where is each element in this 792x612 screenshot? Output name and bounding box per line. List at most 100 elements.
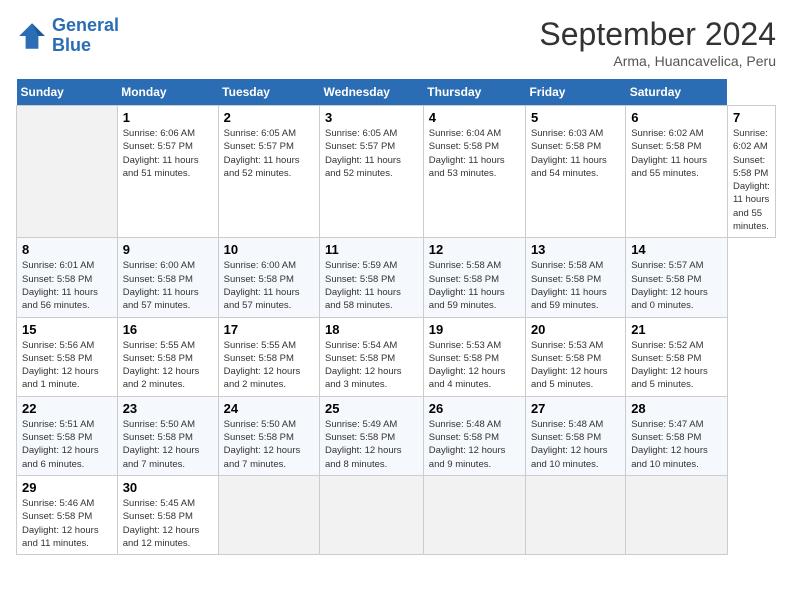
day-info: Sunrise: 5:54 AMSunset: 5:58 PMDaylight:…	[325, 339, 418, 392]
month-title: September 2024	[539, 16, 776, 53]
calendar-cell: 26 Sunrise: 5:48 AMSunset: 5:58 PMDayligh…	[423, 396, 525, 475]
day-number: 15	[22, 322, 112, 337]
day-info: Sunrise: 6:01 AMSunset: 5:58 PMDaylight:…	[22, 259, 112, 312]
calendar-header-row: SundayMondayTuesdayWednesdayThursdayFrid…	[17, 79, 776, 106]
calendar-cell: 16Sunrise: 5:55 AMSunset: 5:58 PMDayligh…	[117, 317, 218, 396]
day-number: 14	[631, 242, 722, 257]
calendar-cell: 13 Sunrise: 5:58 AMSunset: 5:58 PMDayligh…	[525, 238, 625, 317]
calendar-cell: 4 Sunrise: 6:04 AMSunset: 5:58 PMDaylight…	[423, 106, 525, 238]
calendar-cell: 11Sunrise: 5:59 AMSunset: 5:58 PMDayligh…	[319, 238, 423, 317]
day-number: 5	[531, 110, 620, 125]
day-number: 13	[531, 242, 620, 257]
day-number: 3	[325, 110, 418, 125]
day-number: 7	[733, 110, 770, 125]
week-row-4: 22 Sunrise: 5:51 AMSunset: 5:58 PMDayligh…	[17, 396, 776, 475]
day-number: 10	[224, 242, 314, 257]
day-number: 22	[22, 401, 112, 416]
logo: General Blue	[16, 16, 119, 56]
calendar-cell: 8 Sunrise: 6:01 AMSunset: 5:58 PMDaylight…	[17, 238, 118, 317]
calendar-cell	[525, 475, 625, 554]
day-info: Sunrise: 6:02 AMSunset: 5:58 PMDaylight:…	[733, 127, 770, 233]
day-info: Sunrise: 5:58 AMSunset: 5:58 PMDaylight:…	[531, 259, 620, 312]
calendar-cell: 12 Sunrise: 5:58 AMSunset: 5:58 PMDayligh…	[423, 238, 525, 317]
calendar-cell: 2 Sunrise: 6:05 AMSunset: 5:57 PMDaylight…	[218, 106, 319, 238]
calendar-cell: 1Sunrise: 6:06 AMSunset: 5:57 PMDaylight…	[117, 106, 218, 238]
day-info: Sunrise: 5:45 AMSunset: 5:58 PMDaylight:…	[123, 497, 213, 550]
day-info: Sunrise: 5:53 AMSunset: 5:58 PMDaylight:…	[531, 339, 620, 392]
day-number: 16	[123, 322, 213, 337]
day-info: Sunrise: 5:55 AMSunset: 5:58 PMDaylight:…	[224, 339, 314, 392]
calendar-cell: 14 Sunrise: 5:57 AMSunset: 5:58 PMDayligh…	[626, 238, 728, 317]
title-block: September 2024 Arma, Huancavelica, Peru	[539, 16, 776, 69]
calendar-cell: 20 Sunrise: 5:53 AMSunset: 5:58 PMDayligh…	[525, 317, 625, 396]
header-saturday: Saturday	[626, 79, 728, 106]
header-thursday: Thursday	[423, 79, 525, 106]
day-info: Sunrise: 5:47 AMSunset: 5:58 PMDaylight:…	[631, 418, 722, 471]
calendar-cell: 10 Sunrise: 6:00 AMSunset: 5:58 PMDayligh…	[218, 238, 319, 317]
calendar-cell	[218, 475, 319, 554]
calendar-cell: 7 Sunrise: 6:02 AMSunset: 5:58 PMDaylight…	[727, 106, 775, 238]
header-monday: Monday	[117, 79, 218, 106]
calendar-cell: 17Sunrise: 5:55 AMSunset: 5:58 PMDayligh…	[218, 317, 319, 396]
day-number: 12	[429, 242, 520, 257]
calendar-cell: 9 Sunrise: 6:00 AMSunset: 5:58 PMDaylight…	[117, 238, 218, 317]
calendar-cell: 29 Sunrise: 5:46 AMSunset: 5:58 PMDayligh…	[17, 475, 118, 554]
day-info: Sunrise: 5:52 AMSunset: 5:58 PMDaylight:…	[631, 339, 722, 392]
day-info: Sunrise: 5:49 AMSunset: 5:58 PMDaylight:…	[325, 418, 418, 471]
day-info: Sunrise: 6:05 AMSunset: 5:57 PMDaylight:…	[325, 127, 418, 180]
day-info: Sunrise: 5:48 AMSunset: 5:58 PMDaylight:…	[429, 418, 520, 471]
day-number: 29	[22, 480, 112, 495]
day-info: Sunrise: 5:51 AMSunset: 5:58 PMDaylight:…	[22, 418, 112, 471]
week-row-3: 15 Sunrise: 5:56 AMSunset: 5:58 PMDayligh…	[17, 317, 776, 396]
calendar-cell: 19Sunrise: 5:53 AMSunset: 5:58 PMDayligh…	[423, 317, 525, 396]
calendar-cell: 22 Sunrise: 5:51 AMSunset: 5:58 PMDayligh…	[17, 396, 118, 475]
calendar-cell: 5 Sunrise: 6:03 AMSunset: 5:58 PMDaylight…	[525, 106, 625, 238]
logo-line1: General	[52, 15, 119, 35]
day-number: 6	[631, 110, 722, 125]
page-header: General Blue September 2024 Arma, Huanca…	[16, 16, 776, 69]
day-info: Sunrise: 6:06 AMSunset: 5:57 PMDaylight:…	[123, 127, 213, 180]
logo-line2: Blue	[52, 35, 91, 55]
logo-icon	[16, 20, 48, 52]
calendar-cell	[17, 106, 118, 238]
header-wednesday: Wednesday	[319, 79, 423, 106]
day-info: Sunrise: 6:04 AMSunset: 5:58 PMDaylight:…	[429, 127, 520, 180]
calendar-cell: 28 Sunrise: 5:47 AMSunset: 5:58 PMDayligh…	[626, 396, 728, 475]
day-number: 26	[429, 401, 520, 416]
day-info: Sunrise: 5:57 AMSunset: 5:58 PMDaylight:…	[631, 259, 722, 312]
day-info: Sunrise: 6:00 AMSunset: 5:58 PMDaylight:…	[123, 259, 213, 312]
day-number: 19	[429, 322, 520, 337]
day-number: 28	[631, 401, 722, 416]
day-number: 30	[123, 480, 213, 495]
day-info: Sunrise: 6:05 AMSunset: 5:57 PMDaylight:…	[224, 127, 314, 180]
week-row-2: 8 Sunrise: 6:01 AMSunset: 5:58 PMDaylight…	[17, 238, 776, 317]
day-info: Sunrise: 5:46 AMSunset: 5:58 PMDaylight:…	[22, 497, 112, 550]
day-number: 24	[224, 401, 314, 416]
calendar-table: SundayMondayTuesdayWednesdayThursdayFrid…	[16, 79, 776, 555]
day-number: 23	[123, 401, 213, 416]
day-info: Sunrise: 6:03 AMSunset: 5:58 PMDaylight:…	[531, 127, 620, 180]
calendar-cell: 6 Sunrise: 6:02 AMSunset: 5:58 PMDaylight…	[626, 106, 728, 238]
day-info: Sunrise: 6:02 AMSunset: 5:58 PMDaylight:…	[631, 127, 722, 180]
day-info: Sunrise: 5:48 AMSunset: 5:58 PMDaylight:…	[531, 418, 620, 471]
header-friday: Friday	[525, 79, 625, 106]
day-number: 9	[123, 242, 213, 257]
calendar-cell: 30 Sunrise: 5:45 AMSunset: 5:58 PMDayligh…	[117, 475, 218, 554]
day-number: 25	[325, 401, 418, 416]
day-info: Sunrise: 5:56 AMSunset: 5:58 PMDaylight:…	[22, 339, 112, 392]
calendar-cell: 18Sunrise: 5:54 AMSunset: 5:58 PMDayligh…	[319, 317, 423, 396]
day-number: 4	[429, 110, 520, 125]
day-number: 2	[224, 110, 314, 125]
calendar-cell: 24Sunrise: 5:50 AMSunset: 5:58 PMDayligh…	[218, 396, 319, 475]
calendar-cell: 27 Sunrise: 5:48 AMSunset: 5:58 PMDayligh…	[525, 396, 625, 475]
day-number: 21	[631, 322, 722, 337]
day-info: Sunrise: 5:58 AMSunset: 5:58 PMDaylight:…	[429, 259, 520, 312]
calendar-cell	[319, 475, 423, 554]
day-info: Sunrise: 6:00 AMSunset: 5:58 PMDaylight:…	[224, 259, 314, 312]
day-number: 8	[22, 242, 112, 257]
day-number: 20	[531, 322, 620, 337]
calendar-cell: 21 Sunrise: 5:52 AMSunset: 5:58 PMDayligh…	[626, 317, 728, 396]
calendar-cell: 23 Sunrise: 5:50 AMSunset: 5:58 PMDayligh…	[117, 396, 218, 475]
day-info: Sunrise: 5:50 AMSunset: 5:58 PMDaylight:…	[123, 418, 213, 471]
day-number: 27	[531, 401, 620, 416]
